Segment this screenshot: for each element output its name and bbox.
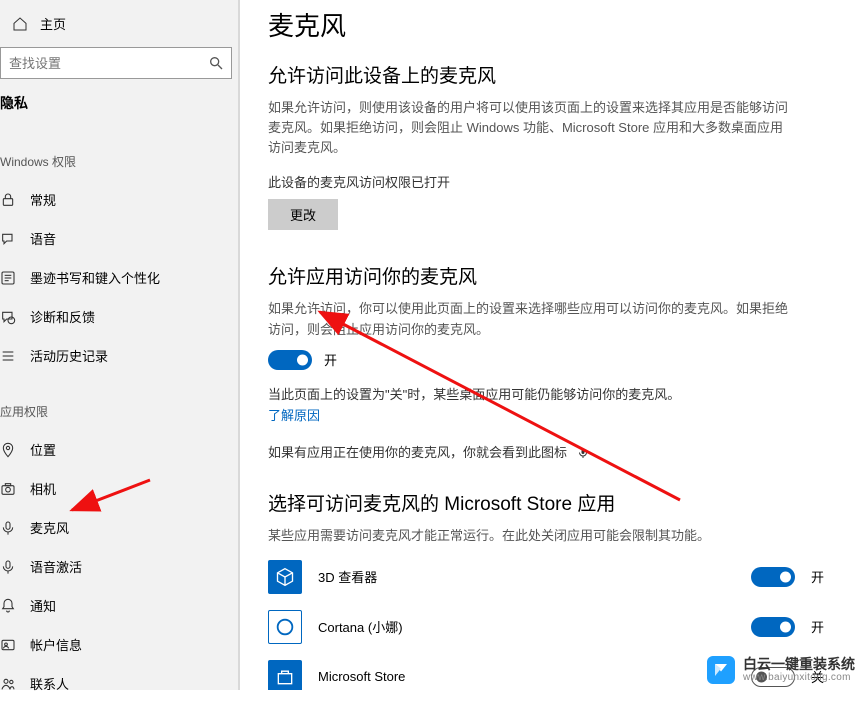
search-box[interactable] xyxy=(0,47,232,79)
learn-more-link[interactable]: 了解原因 xyxy=(268,405,833,424)
sidebar-item-label: 活动历史记录 xyxy=(30,346,108,365)
sidebar-item-notifications[interactable]: 通知 xyxy=(0,586,238,625)
app-toggle-label: 开 xyxy=(811,567,833,586)
sidebar-item-label: 麦克风 xyxy=(30,518,69,537)
notif-icon xyxy=(0,598,16,614)
camera-icon xyxy=(0,481,16,497)
mic-icon xyxy=(0,520,16,536)
sidebar-item-label: 诊断和反馈 xyxy=(30,307,95,326)
home-icon xyxy=(12,16,28,32)
speech-icon xyxy=(0,231,16,247)
app-name: Microsoft Store xyxy=(318,669,498,684)
settings-sidebar: 主页 隐私 Windows 权限 常规 语音 xyxy=(0,0,240,690)
app-name: 3D 查看器 xyxy=(318,567,498,586)
app-name: Cortana (小娜) xyxy=(318,617,498,636)
section-store-apps-title: 选择可访问麦克风的 Microsoft Store 应用 xyxy=(268,489,833,516)
group-header-windows-permissions: Windows 权限 xyxy=(0,125,238,180)
section-app-access-body: 如果允许访问，你可以使用此页面上的设置来选择哪些应用可以访问你的麦克风。如果拒绝… xyxy=(268,299,788,339)
watermark-logo-icon xyxy=(707,656,735,684)
sidebar-item-label: 常规 xyxy=(30,190,56,209)
section-app-access-title: 允许应用访问你的麦克风 xyxy=(268,262,833,289)
contacts-icon xyxy=(0,676,16,692)
sidebar-item-diagnostics[interactable]: 诊断和反馈 xyxy=(0,297,238,336)
cortana-icon xyxy=(268,610,302,644)
sidebar-item-label: 联系人 xyxy=(30,674,69,693)
history-icon xyxy=(0,348,16,364)
sidebar-item-ink[interactable]: 墨迹书写和键入个性化 xyxy=(0,258,238,297)
sidebar-item-location[interactable]: 位置 xyxy=(0,430,238,469)
page-title: 麦克风 xyxy=(268,6,833,43)
sidebar-item-contacts[interactable]: 联系人 xyxy=(0,664,238,703)
lock-icon xyxy=(0,192,16,208)
account-icon xyxy=(0,637,16,653)
main-content: 麦克风 允许访问此设备上的麦克风 如果允许访问，则使用该设备的用户将可以使用该页… xyxy=(240,0,861,690)
mic-indicator-text: 如果有应用正在使用你的麦克风，你就会看到此图标 xyxy=(268,442,833,461)
sidebar-item-label: 墨迹书写和键入个性化 xyxy=(30,268,160,287)
home-nav[interactable]: 主页 xyxy=(0,6,238,47)
store-icon xyxy=(268,660,302,690)
diag-icon xyxy=(0,309,16,325)
sidebar-item-label: 位置 xyxy=(30,440,56,459)
section-device-access-title: 允许访问此设备上的麦克风 xyxy=(268,61,833,88)
sidebar-item-account-info[interactable]: 帐户信息 xyxy=(0,625,238,664)
search-input[interactable] xyxy=(0,47,232,79)
current-category: 隐私 xyxy=(0,79,238,125)
app-toggle[interactable] xyxy=(751,617,795,637)
app-access-toggle[interactable] xyxy=(268,350,312,370)
voiceact-icon xyxy=(0,559,16,575)
sidebar-item-speech[interactable]: 语音 xyxy=(0,219,238,258)
sidebar-item-label: 语音 xyxy=(30,229,56,248)
watermark-url: www.baiyunxitong.com xyxy=(743,672,855,683)
app-row-cortana: Cortana (小娜) 开 xyxy=(268,602,833,652)
watermark-title: 白云一键重装系统 xyxy=(743,657,855,672)
desktop-apps-note: 当此页面上的设置为"关"时，某些桌面应用可能仍能够访问你的麦克风。 xyxy=(268,384,833,403)
sidebar-item-label: 相机 xyxy=(30,479,56,498)
section-store-apps-body: 某些应用需要访问麦克风才能正常运行。在此处关闭应用可能会限制其功能。 xyxy=(268,526,788,546)
section-device-access-body: 如果允许访问，则使用该设备的用户将可以使用该页面上的设置来选择其应用是否能够访问… xyxy=(268,98,788,158)
sidebar-item-voice-activation[interactable]: 语音激活 xyxy=(0,547,238,586)
ink-icon xyxy=(0,270,16,286)
mic-indicator-icon xyxy=(577,446,589,460)
sidebar-item-activity-history[interactable]: 活动历史记录 xyxy=(0,336,238,375)
watermark: 白云一键重装系统 www.baiyunxitong.com xyxy=(707,656,855,684)
search-icon xyxy=(208,55,224,71)
app-toggle[interactable] xyxy=(751,567,795,587)
cube-icon xyxy=(268,560,302,594)
home-label: 主页 xyxy=(40,14,66,33)
sidebar-item-label: 通知 xyxy=(30,596,56,615)
app-access-toggle-label: 开 xyxy=(324,350,337,369)
sidebar-item-microphone[interactable]: 麦克风 xyxy=(0,508,238,547)
change-button[interactable]: 更改 xyxy=(268,199,338,230)
device-access-status: 此设备的麦克风访问权限已打开 xyxy=(268,172,833,191)
app-toggle-label: 开 xyxy=(811,617,833,636)
app-row-3d-viewer: 3D 查看器 开 xyxy=(268,552,833,602)
sidebar-item-label: 语音激活 xyxy=(30,557,82,576)
sidebar-item-label: 帐户信息 xyxy=(30,635,82,654)
location-icon xyxy=(0,442,16,458)
group-header-app-permissions: 应用权限 xyxy=(0,375,238,430)
sidebar-item-general[interactable]: 常规 xyxy=(0,180,238,219)
sidebar-item-camera[interactable]: 相机 xyxy=(0,469,238,508)
